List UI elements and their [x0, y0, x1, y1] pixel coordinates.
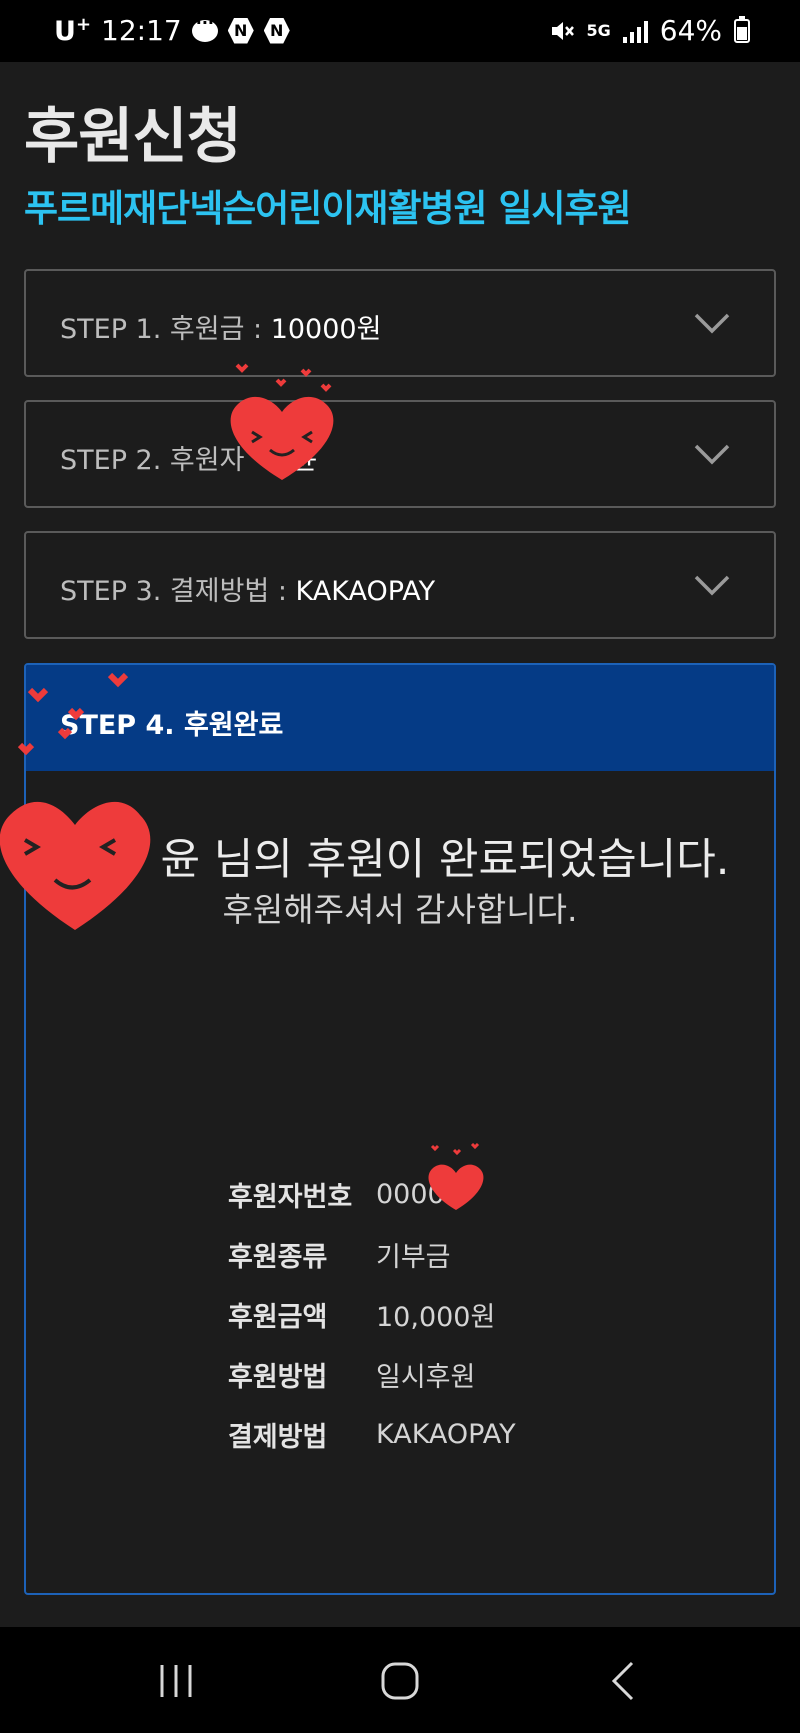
detail-value: 10,000원 [376, 1301, 496, 1333]
battery-percent: 64% [659, 14, 722, 47]
home-icon[interactable] [378, 1659, 422, 1703]
detail-key: 후원종류 [228, 1241, 328, 1273]
detail-row-amount: 후원금액 10,000원 [228, 1284, 516, 1344]
naver-icon: N [227, 17, 254, 44]
detail-value: 기부금 [376, 1241, 451, 1273]
naver-icon: N [263, 17, 290, 44]
detail-row-donation-type: 후원종류 기부금 [228, 1224, 516, 1284]
status-bar: U+ 12:17 N N 5G 64% [0, 0, 800, 62]
chevron-down-icon[interactable] [692, 565, 732, 605]
step-2-panel[interactable]: STEP 2. 후원자 윤 [24, 400, 776, 508]
detail-value: KAKAOPAY [376, 1418, 516, 1450]
complete-message: 윤 님의 후원이 완료되었습니다. [160, 835, 730, 885]
detail-key: 후원자번호 [228, 1181, 353, 1213]
detail-key: 후원금액 [228, 1301, 328, 1333]
chevron-down-icon[interactable] [692, 303, 732, 343]
detail-row-donor-number: 후원자번호 0000 5 [228, 1164, 516, 1224]
step-4-panel: STEP 4. 후원완료 윤 님의 후원이 완료되었습니다. 후원해주셔서 감사… [24, 663, 776, 1595]
page-subtitle: 푸르메재단넥슨어린이재활병원 일시후원 [24, 187, 632, 230]
network-5g-icon: 5G [586, 21, 611, 40]
chevron-down-icon[interactable] [692, 434, 732, 474]
detail-key: 결제방법 [228, 1421, 328, 1453]
detail-value: 0000 5 [376, 1178, 471, 1210]
thanks-message: 후원해주셔서 감사합니다. [222, 890, 578, 929]
battery-icon [734, 15, 750, 43]
step-1-panel[interactable]: STEP 1. 후원금 : 10000원 [24, 269, 776, 377]
detail-value: 일시후원 [376, 1361, 476, 1393]
signal-icon [622, 19, 648, 43]
navigation-bar [0, 1627, 800, 1733]
status-time: 12:17 [101, 14, 182, 47]
mute-icon [551, 21, 574, 40]
step-4-title: STEP 4. 후원완료 [60, 710, 284, 741]
carrier-label: U+ [54, 14, 92, 47]
page-title: 후원신청 [24, 102, 242, 172]
step-2-label: STEP 2. 후원자 윤 [60, 445, 318, 476]
step-4-header: STEP 4. 후원완료 [26, 665, 774, 771]
detail-key: 후원방법 [228, 1361, 328, 1393]
back-icon[interactable] [602, 1659, 646, 1703]
donation-details: 후원자번호 0000 5 후원종류 기부금 후원금액 10,000원 후원방법 … [228, 1164, 516, 1464]
detail-row-payment: 결제방법 KAKAOPAY [228, 1404, 516, 1464]
step-1-label: STEP 1. 후원금 : 10000원 [60, 314, 382, 345]
detail-row-method: 후원방법 일시후원 [228, 1344, 516, 1404]
recent-apps-icon[interactable] [154, 1659, 198, 1703]
chat-icon [191, 13, 218, 42]
step-3-label: STEP 3. 결제방법 : KAKAOPAY [60, 576, 436, 607]
step-3-panel[interactable]: STEP 3. 결제방법 : KAKAOPAY [24, 531, 776, 639]
